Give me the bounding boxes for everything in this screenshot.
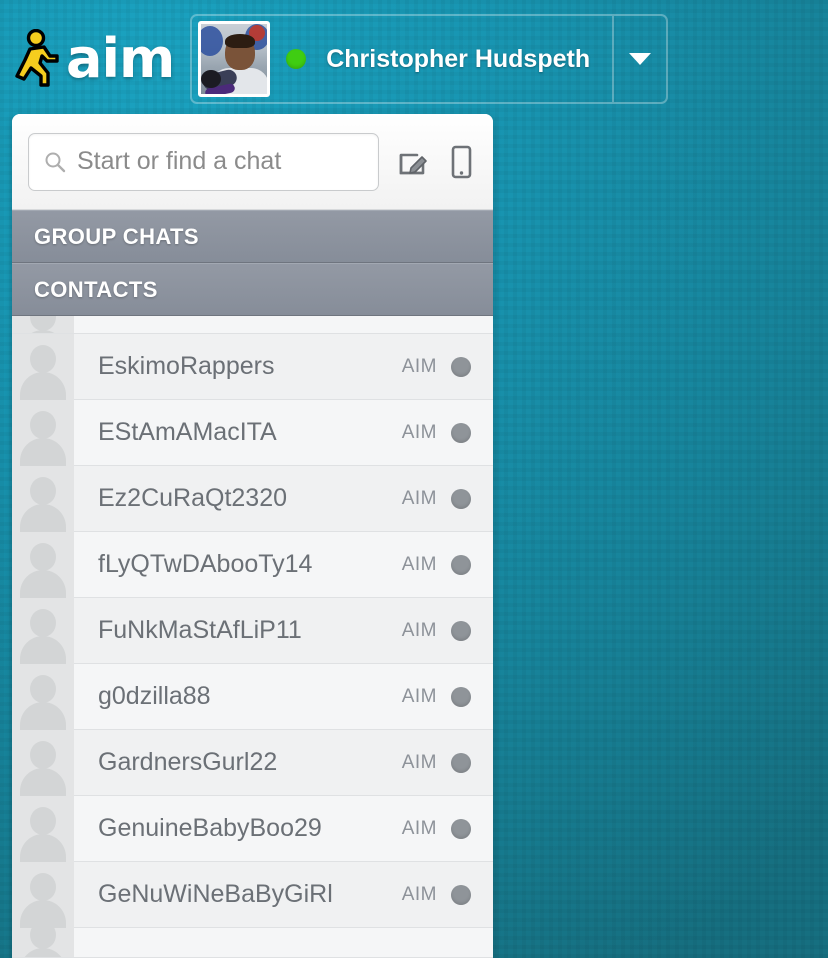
contact-name: fLyQTwDAbooTy14 (98, 550, 313, 578)
contact-row[interactable]: EskimoRappers AIM (12, 333, 493, 400)
contact-status-dot (451, 422, 471, 443)
contact-row[interactable]: GeNuWiNeBaByGiRl AIM (12, 861, 493, 928)
account-name: Christopher Hudspeth (326, 44, 591, 73)
contact-avatar (12, 861, 74, 928)
section-header-group-chats[interactable]: GROUP CHATS (12, 210, 493, 263)
contact-avatar (12, 663, 74, 730)
account-button[interactable]: Christopher Hudspeth (192, 16, 612, 102)
contact-avatar (12, 465, 74, 532)
account-box: Christopher Hudspeth (190, 14, 669, 104)
user-avatar-photo (201, 24, 268, 94)
contact-status-dot (451, 356, 471, 377)
contact-avatar (12, 795, 74, 862)
compose-chat-icon[interactable] (397, 145, 429, 179)
contact-row[interactable]: FuNkMaStAfLiP11 AIM (12, 597, 493, 664)
contact-status-dot (451, 884, 471, 905)
contact-service-label: AIM (401, 817, 437, 839)
contact-name: EStAmAMacITA (98, 418, 277, 446)
contact-status-dot (451, 488, 471, 509)
contact-name: GenuineBabyBoo29 (98, 814, 322, 842)
table-row[interactable] (12, 928, 493, 958)
search-bar (12, 114, 493, 210)
contact-service-label: AIM (401, 685, 437, 707)
contact-avatar (12, 928, 74, 957)
contact-avatar (12, 531, 74, 598)
contact-name: FuNkMaStAfLiP11 (98, 616, 302, 644)
contact-avatar (12, 729, 74, 796)
contact-name: GeNuWiNeBaByGiRl (98, 880, 333, 908)
section-label: CONTACTS (34, 276, 158, 302)
contact-service-label: AIM (401, 553, 437, 575)
contact-row[interactable]: Ez2CuRaQt2320 AIM (12, 465, 493, 532)
search-icon (45, 152, 66, 172)
contacts-list[interactable]: EskimoRappers AIM EStAmAMacITA AIM Ez2CuRaQt… (12, 316, 493, 958)
buddy-list-panel: GROUP CHATS CONTACTS EskimoRappersAIMESt… (12, 114, 493, 958)
presence-status-dot (286, 49, 307, 69)
contact-name: g0dzilla88 (98, 682, 211, 710)
app-header: aim Christopher Hudspeth (14, 14, 669, 104)
contact-service-label: AIM (401, 487, 437, 509)
contact-status-dot (451, 686, 471, 707)
contact-avatar (12, 333, 74, 400)
contact-avatar (12, 316, 74, 333)
contact-row[interactable]: g0dzilla88 AIM (12, 663, 493, 730)
section-label: GROUP CHATS (34, 223, 199, 249)
contact-name: GardnersGurl22 (98, 748, 278, 776)
contact-row[interactable]: fLyQTwDAbooTy14 AIM (12, 531, 493, 598)
search-field[interactable] (28, 132, 379, 191)
chevron-down-icon (629, 53, 652, 65)
contact-status-dot (451, 818, 471, 839)
contact-status-dot (451, 620, 471, 641)
avatar[interactable] (198, 21, 271, 97)
section-header-contacts[interactable]: CONTACTS (12, 263, 493, 316)
table-row[interactable] (12, 316, 493, 334)
contact-row[interactable]: GenuineBabyBoo29 AIM (12, 795, 493, 862)
aim-wordmark: aim (66, 27, 175, 90)
contact-name: EskimoRappers (98, 352, 275, 380)
contact-service-label: AIM (401, 751, 437, 773)
contact-status-dot (451, 554, 471, 575)
toolbar-icons (397, 145, 477, 179)
aim-running-man-icon (15, 29, 59, 87)
aim-logo: aim (14, 14, 190, 104)
contact-row[interactable]: GardnersGurl22 AIM (12, 729, 493, 796)
contact-row[interactable]: EStAmAMacITA AIM (12, 399, 493, 466)
contact-service-label: AIM (401, 883, 437, 905)
search-input[interactable] (77, 147, 364, 176)
contact-status-dot (451, 752, 471, 773)
contact-avatar (12, 399, 74, 466)
contact-service-label: AIM (401, 619, 437, 641)
mobile-device-icon[interactable] (445, 145, 477, 179)
contact-name: Ez2CuRaQt2320 (98, 484, 288, 512)
contact-service-label: AIM (401, 421, 437, 443)
contact-service-label: AIM (401, 355, 437, 377)
account-dropdown-button[interactable] (612, 16, 666, 102)
contact-avatar (12, 597, 74, 664)
